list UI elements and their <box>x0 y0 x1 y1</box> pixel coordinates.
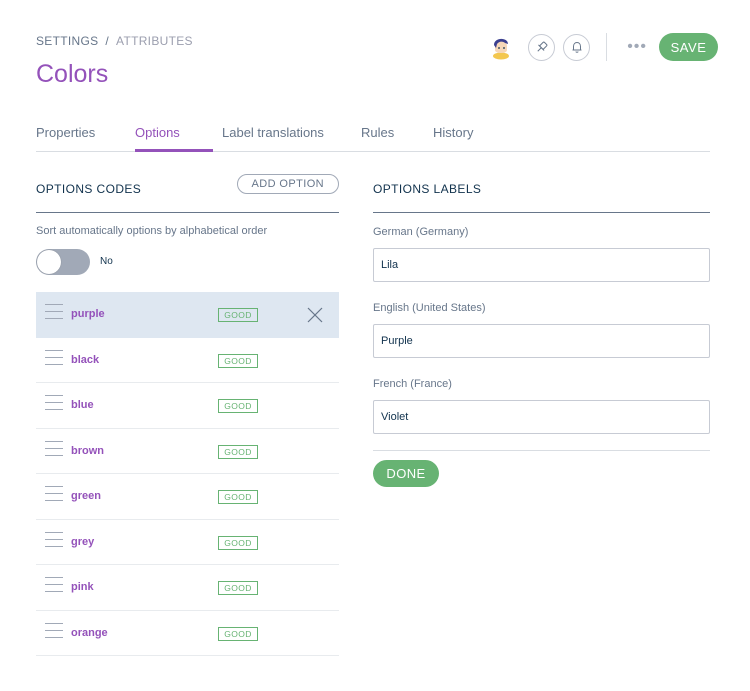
option-row-pink[interactable]: pink GOOD <box>36 565 339 611</box>
page-title: Colors <box>36 60 109 88</box>
close-icon[interactable] <box>307 307 323 323</box>
sort-alphabetical-toggle[interactable] <box>36 249 90 275</box>
user-avatar-icon[interactable] <box>488 34 514 60</box>
option-code: black <box>71 353 100 366</box>
drag-handle-icon[interactable] <box>45 440 63 461</box>
option-code: brown <box>71 444 104 457</box>
english-input[interactable] <box>373 324 710 358</box>
drag-handle-icon[interactable] <box>45 349 63 370</box>
status-badge: GOOD <box>218 626 258 641</box>
pin-icon <box>537 41 548 52</box>
drag-handle-icon[interactable] <box>45 531 63 552</box>
breadcrumb: SETTINGS / ATTRIBUTES <box>36 34 193 48</box>
tab-properties[interactable]: Properties <box>36 120 95 152</box>
toggle-state-label: No <box>100 256 113 267</box>
options-list: purple GOOD black GOOD blue GOOD brown G… <box>36 292 339 656</box>
option-code: pink <box>71 581 94 593</box>
tab-rules[interactable]: Rules <box>361 120 394 152</box>
english-label: English (United States) <box>373 302 486 314</box>
breadcrumb-separator: / <box>105 34 110 48</box>
option-row-purple[interactable]: purple GOOD <box>36 292 339 338</box>
option-code: grey <box>71 535 95 548</box>
toolbar-divider <box>606 33 608 61</box>
notifications-button[interactable] <box>563 33 591 61</box>
option-code: green <box>71 490 101 502</box>
option-code: purple <box>71 308 105 320</box>
status-badge: GOOD <box>218 399 258 413</box>
breadcrumb-settings[interactable]: SETTINGS <box>36 34 98 48</box>
tab-history[interactable]: History <box>433 120 473 152</box>
option-code: blue <box>71 399 94 411</box>
option-row-green[interactable]: green GOOD <box>36 474 339 520</box>
status-badge: GOOD <box>218 581 258 595</box>
save-button[interactable]: SAVE <box>659 33 718 61</box>
status-badge: GOOD <box>218 353 258 368</box>
drag-handle-icon[interactable] <box>45 577 63 597</box>
option-row-black[interactable]: black GOOD <box>36 338 339 383</box>
options-codes-title: OPTIONS CODES <box>36 182 142 196</box>
status-badge: GOOD <box>218 535 258 550</box>
bell-icon <box>572 41 582 53</box>
french-label: French (France) <box>373 378 452 390</box>
options-labels-title: OPTIONS LABELS <box>373 182 482 196</box>
tab-options[interactable]: Options <box>135 120 213 152</box>
drag-handle-icon[interactable] <box>45 486 63 506</box>
top-actions: ••• SAVE <box>488 32 718 62</box>
sort-alphabetical-label: Sort automatically options by alphabetic… <box>36 225 268 237</box>
drag-handle-icon[interactable] <box>45 304 63 324</box>
german-label: German (Germany) <box>373 226 469 238</box>
option-row-blue[interactable]: blue GOOD <box>36 383 339 429</box>
status-badge: GOOD <box>218 444 258 459</box>
german-input[interactable] <box>373 248 710 282</box>
drag-handle-icon[interactable] <box>45 622 63 643</box>
option-row-orange[interactable]: orange GOOD <box>36 611 339 656</box>
option-row-brown[interactable]: brown GOOD <box>36 429 339 474</box>
breadcrumb-attributes[interactable]: ATTRIBUTES <box>116 34 193 48</box>
option-row-grey[interactable]: grey GOOD <box>36 520 339 565</box>
drag-handle-icon[interactable] <box>45 395 63 415</box>
status-badge: GOOD <box>218 490 258 504</box>
toggle-knob <box>37 250 61 274</box>
tab-bar: Properties Options Label translations Ru… <box>36 120 710 152</box>
option-code: orange <box>71 626 108 639</box>
done-button[interactable]: DONE <box>373 460 439 487</box>
labels-divider <box>373 450 710 451</box>
more-actions-icon[interactable]: ••• <box>627 39 647 55</box>
status-badge: GOOD <box>218 308 258 322</box>
pin-button[interactable] <box>528 33 556 61</box>
options-labels-header: OPTIONS LABELS <box>373 182 710 213</box>
options-codes-header: OPTIONS CODES ADD OPTION <box>36 174 339 213</box>
french-input[interactable] <box>373 400 710 434</box>
add-option-button[interactable]: ADD OPTION <box>236 174 339 194</box>
tab-label-translations[interactable]: Label translations <box>222 120 324 152</box>
